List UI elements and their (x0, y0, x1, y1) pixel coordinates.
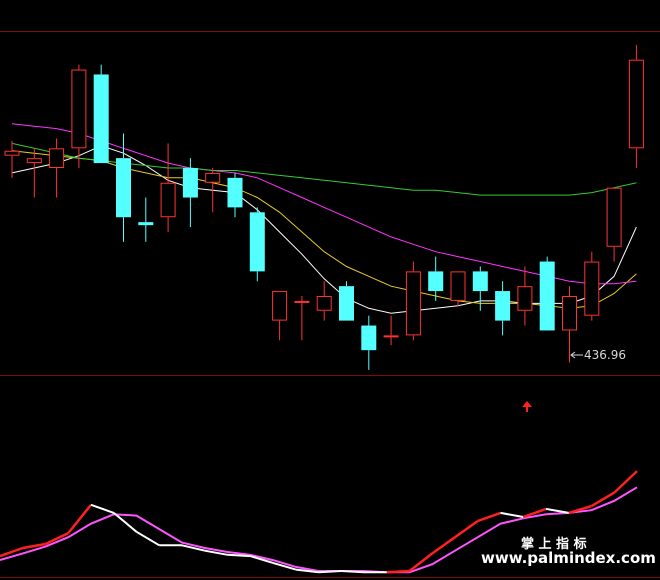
candle-body (495, 291, 511, 321)
candle-body (606, 187, 622, 247)
candle-down (249, 207, 265, 282)
candle-body (138, 222, 154, 226)
candle-body (272, 291, 288, 321)
candle-body (450, 271, 466, 301)
candle-body (316, 296, 332, 311)
candle-body (249, 212, 265, 272)
candle-body (71, 69, 87, 149)
candle-body (4, 150, 20, 156)
candle-body (383, 335, 399, 338)
candle-down (93, 64, 109, 164)
candle-body (405, 271, 421, 336)
candle-body (294, 300, 310, 303)
indicator-k-segment (318, 570, 342, 574)
candle-body (160, 182, 176, 218)
candle-body (472, 271, 488, 292)
candle-body (49, 148, 65, 169)
candle-body (584, 261, 600, 316)
candle-body (562, 296, 577, 331)
candle-body (428, 271, 444, 292)
candle-body (116, 158, 131, 218)
candle-body (227, 177, 243, 208)
low-price-label: 436.96 (584, 348, 626, 362)
candle-up (405, 261, 421, 341)
watermark-url: www.palmindex.com (481, 549, 656, 567)
candle-body (339, 286, 354, 321)
candle-up (450, 271, 466, 306)
candle-body (93, 74, 109, 164)
indicator-k-segment (386, 569, 410, 574)
candle-down (539, 256, 555, 331)
candle-down (339, 281, 354, 321)
candle-body (539, 261, 555, 331)
candle-body (628, 59, 644, 149)
candle-body (205, 172, 221, 183)
candle-body (182, 168, 198, 198)
indicator-k-segment (227, 553, 251, 558)
candle-body (26, 158, 42, 164)
indicator-k-segment (341, 570, 365, 574)
candle-up (584, 251, 600, 321)
kline-chart: 436.96 掌 上 指 标 www.palmindex.com (0, 0, 660, 580)
candle-body (361, 325, 377, 351)
candle-body (517, 286, 533, 311)
